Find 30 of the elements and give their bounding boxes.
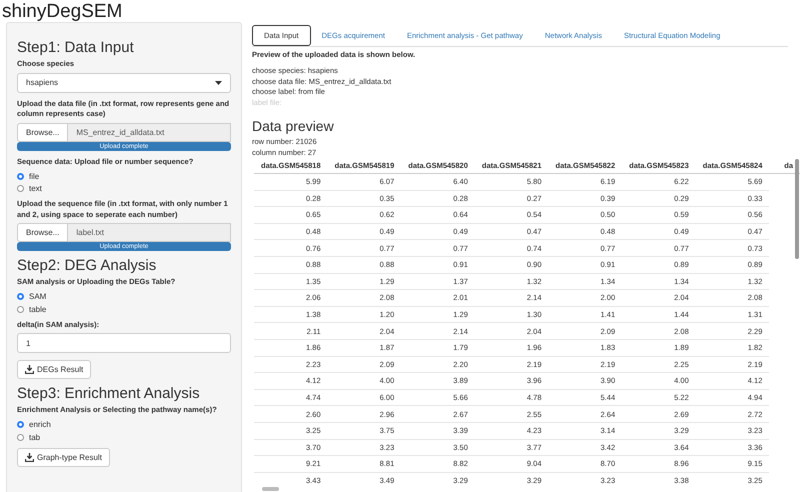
step-heading: Step1: Data Input [17, 39, 135, 56]
caret-icon [215, 80, 222, 84]
scrollbar-thumb[interactable] [262, 487, 279, 491]
radio-button[interactable] [17, 306, 24, 313]
browse-button[interactable]: Browse... [17, 223, 68, 242]
radio-label: enrich [29, 420, 51, 430]
radio-label: file [29, 172, 40, 181]
download-button[interactable]: DEGs Result [17, 360, 92, 379]
radio-label: SAM [29, 292, 46, 302]
radio-button[interactable] [17, 185, 24, 192]
radio-label: tab [29, 432, 40, 442]
scrollbar-thumb[interactable] [795, 159, 799, 259]
radio-button[interactable] [17, 172, 24, 180]
section-heading: Data preview [252, 118, 335, 134]
file-name-field: MS_entrez_id_alldata.txt [68, 122, 231, 142]
download-icon [25, 365, 34, 374]
browse-button[interactable]: Browse... [17, 122, 68, 142]
radio-button[interactable] [17, 421, 24, 428]
file-name-field: label.txt [68, 223, 231, 242]
radio-label: text [29, 184, 42, 194]
species-select[interactable]: hsapiens [17, 72, 231, 92]
radio-label: table [29, 304, 46, 314]
download-button[interactable]: Graph-type Result [17, 448, 110, 466]
step-heading: Step3: Enrichment Analysis [17, 385, 201, 402]
radio-button[interactable] [17, 434, 24, 441]
app-title: shinyDegSEM [1, 0, 124, 22]
delta-input-field[interactable]: 1 [17, 333, 231, 353]
download-icon [25, 452, 34, 462]
radio-button[interactable] [17, 293, 24, 300]
step-heading: Step2: DEG Analysis [17, 257, 158, 274]
